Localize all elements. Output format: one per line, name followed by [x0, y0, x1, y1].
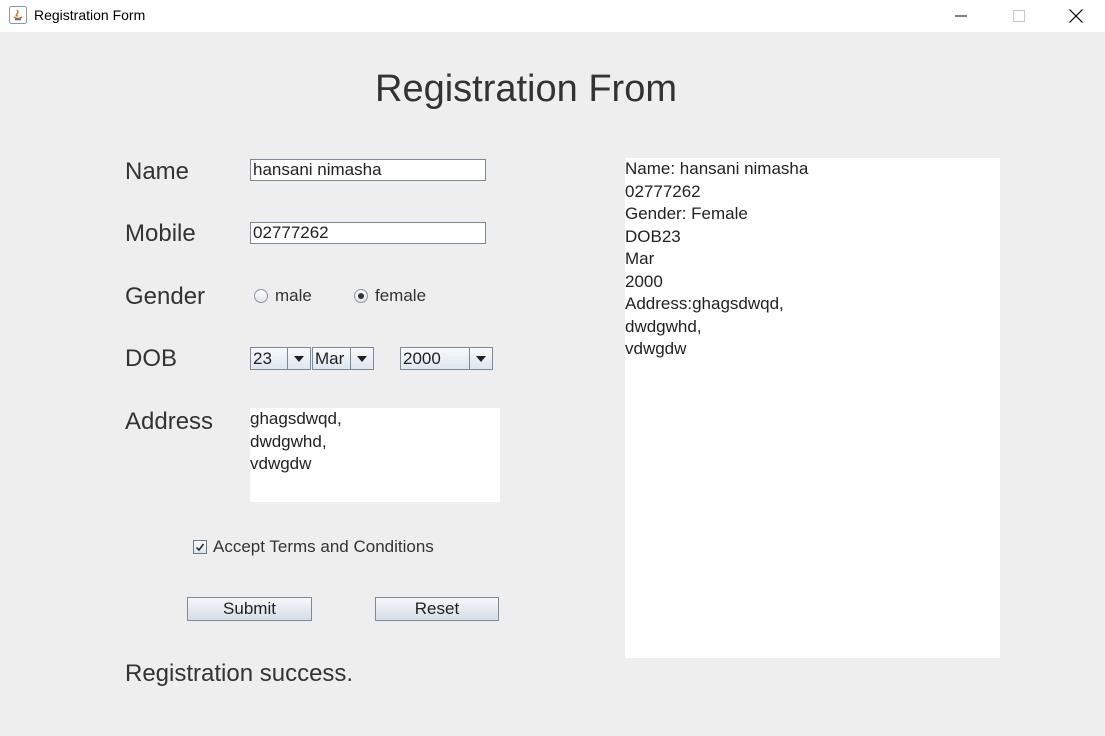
- dob-year-select[interactable]: 2000: [400, 347, 493, 370]
- chevron-down-icon[interactable]: [287, 348, 310, 369]
- status-message: Registration success.: [125, 660, 354, 687]
- minimize-icon: [955, 15, 967, 17]
- title-bar: Registration Form: [0, 0, 1105, 32]
- address-label: Address: [125, 408, 214, 435]
- chevron-down-icon[interactable]: [469, 348, 492, 369]
- terms-label: Accept Terms and Conditions: [213, 537, 434, 556]
- dob-day-select[interactable]: 23: [250, 347, 311, 370]
- close-button[interactable]: [1047, 0, 1105, 32]
- mobile-field[interactable]: 02777262: [250, 222, 486, 244]
- female-radio-label: female: [375, 286, 427, 305]
- dob-year-value: 2000: [403, 349, 441, 368]
- window-title: Registration Form: [34, 7, 146, 23]
- output-textarea[interactable]: Name: hansani nimasha 02777262 Gender: F…: [625, 158, 1000, 658]
- male-radio-label: male: [275, 286, 312, 305]
- minimize-button[interactable]: [932, 0, 990, 32]
- terms-checkbox[interactable]: Accept Terms and Conditions: [193, 537, 434, 557]
- close-icon: [1069, 9, 1083, 23]
- dob-day-value: 23: [253, 349, 272, 368]
- java-app-icon: [9, 6, 27, 24]
- checkmark-icon: [193, 540, 207, 554]
- dob-month-select[interactable]: Mar: [312, 347, 374, 370]
- dob-label: DOB: [125, 345, 178, 372]
- mobile-label: Mobile: [125, 220, 196, 247]
- maximize-button[interactable]: [990, 0, 1048, 32]
- chevron-down-icon[interactable]: [350, 348, 373, 369]
- radio-unchecked-icon: [254, 289, 268, 303]
- reset-button[interactable]: Reset: [375, 597, 499, 621]
- name-field[interactable]: hansani nimasha: [250, 159, 486, 181]
- form-heading: Registration From: [375, 68, 677, 110]
- maximize-icon: [1013, 10, 1025, 22]
- female-radio[interactable]: female: [354, 286, 426, 306]
- address-textarea[interactable]: ghagsdwqd, dwdgwhd, vdwgdw: [250, 408, 500, 502]
- name-label: Name: [125, 158, 190, 185]
- male-radio[interactable]: male: [254, 286, 312, 306]
- radio-checked-icon: [354, 289, 368, 303]
- submit-button[interactable]: Submit: [187, 597, 312, 621]
- dob-month-value: Mar: [315, 349, 345, 368]
- gender-label: Gender: [125, 283, 206, 310]
